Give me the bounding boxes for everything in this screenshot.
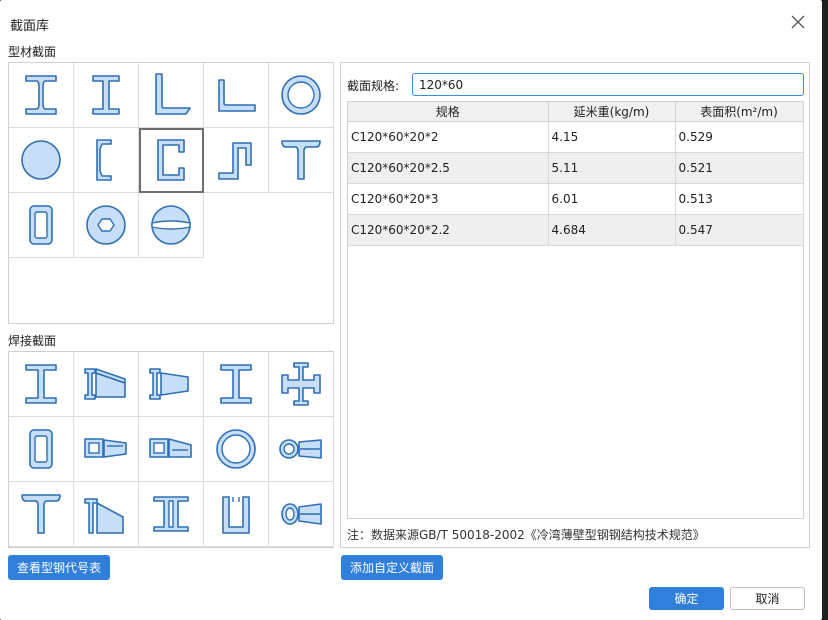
cell-weight: 5.11 bbox=[548, 152, 676, 184]
z-section-icon[interactable] bbox=[204, 128, 269, 193]
welded-t-icon[interactable] bbox=[9, 482, 74, 547]
rect-tube-icon[interactable] bbox=[9, 193, 74, 258]
hex-nut-icon[interactable] bbox=[74, 193, 139, 258]
cell-weight: 4.15 bbox=[548, 121, 676, 153]
i-beam-wide-icon[interactable] bbox=[9, 63, 74, 128]
welded-pipe-icon[interactable] bbox=[204, 417, 269, 482]
round-tube-icon[interactable] bbox=[269, 63, 334, 128]
tapered-t-icon[interactable] bbox=[74, 482, 139, 547]
ok-button[interactable]: 确定 bbox=[649, 587, 724, 610]
view-code-table-button[interactable]: 查看型钢代号表 bbox=[8, 555, 110, 580]
welded-section-label: 焊接截面 bbox=[8, 334, 57, 348]
cell-area: 0.513 bbox=[675, 183, 804, 215]
tapered-box-2-icon[interactable] bbox=[139, 417, 204, 482]
cell-area: 0.529 bbox=[675, 121, 804, 153]
cell-area: 0.521 bbox=[675, 152, 804, 184]
tapered-pipe-icon[interactable] bbox=[269, 417, 334, 482]
box-section-icon[interactable] bbox=[9, 417, 74, 482]
t-section-icon[interactable] bbox=[269, 128, 334, 193]
tapered-i-2-icon[interactable] bbox=[139, 352, 204, 417]
cell-spec: C120*60*20*2.2 bbox=[348, 214, 549, 246]
equal-angle-icon[interactable] bbox=[139, 63, 204, 128]
section-library-dialog: 截面库 型材截面 焊接截面 查看型钢代号表 截面规格: 120*60 规格 延米… bbox=[0, 0, 822, 620]
table-header-row: 规格 延米重(kg/m) 表面积(m²/m) bbox=[348, 102, 804, 122]
cell-spec: C120*60*20*3 bbox=[348, 183, 549, 215]
cell-spec: C120*60*20*2 bbox=[348, 121, 549, 153]
tapered-box-icon[interactable] bbox=[74, 417, 139, 482]
close-icon[interactable] bbox=[790, 14, 806, 30]
cell-area: 0.547 bbox=[675, 214, 804, 246]
profile-section-grid bbox=[8, 62, 334, 324]
cancel-button[interactable]: 取消 bbox=[730, 587, 805, 610]
split-sphere-icon[interactable] bbox=[139, 193, 204, 258]
table-row[interactable]: C120*60*20*2 4.15 0.529 bbox=[348, 121, 804, 153]
double-channel-icon[interactable] bbox=[139, 482, 204, 547]
lipped-channel-icon[interactable] bbox=[74, 128, 139, 193]
cell-weight: 6.01 bbox=[548, 183, 676, 215]
table-row[interactable]: C120*60*20*2.5 5.11 0.521 bbox=[348, 152, 804, 184]
table-row[interactable]: C120*60*20*2.2 4.684 0.547 bbox=[348, 214, 804, 246]
spec-input[interactable] bbox=[412, 73, 804, 96]
spec-panel: 截面规格: 规格 延米重(kg/m) 表面积(m²/m) C120*60*20*… bbox=[340, 62, 810, 548]
unequal-angle-icon[interactable] bbox=[204, 63, 269, 128]
welded-section-grid bbox=[8, 351, 334, 548]
table-row[interactable]: C120*60*20*3 6.01 0.513 bbox=[348, 183, 804, 215]
header-area[interactable]: 表面积(m²/m) bbox=[675, 102, 804, 122]
c-channel-icon[interactable] bbox=[139, 128, 204, 193]
cross-section-icon[interactable] bbox=[269, 352, 334, 417]
welded-i-narrow-icon[interactable] bbox=[204, 352, 269, 417]
tapered-ellipse-icon[interactable] bbox=[269, 482, 334, 547]
u-channel-icon[interactable] bbox=[204, 482, 269, 547]
data-source-note: 注：数据来源GB/T 50018-2002《冷湾薄壁型钢钢结构技术规范》 bbox=[347, 528, 705, 542]
spec-table: 规格 延米重(kg/m) 表面积(m²/m) C120*60*20*2 4.15… bbox=[347, 101, 804, 519]
spec-label: 截面规格: bbox=[347, 79, 400, 93]
dialog-title: 截面库 bbox=[10, 19, 50, 34]
tapered-i-icon[interactable] bbox=[74, 352, 139, 417]
i-beam-icon[interactable] bbox=[74, 63, 139, 128]
header-spec[interactable]: 规格 bbox=[348, 102, 549, 122]
cell-weight: 4.684 bbox=[548, 214, 676, 246]
add-custom-section-button[interactable]: 添加自定义截面 bbox=[341, 555, 443, 580]
profile-section-label: 型材截面 bbox=[8, 45, 57, 59]
header-weight[interactable]: 延米重(kg/m) bbox=[548, 102, 676, 122]
round-bar-icon[interactable] bbox=[9, 128, 74, 193]
cell-spec: C120*60*20*2.5 bbox=[348, 152, 549, 184]
welded-i-icon[interactable] bbox=[9, 352, 74, 417]
